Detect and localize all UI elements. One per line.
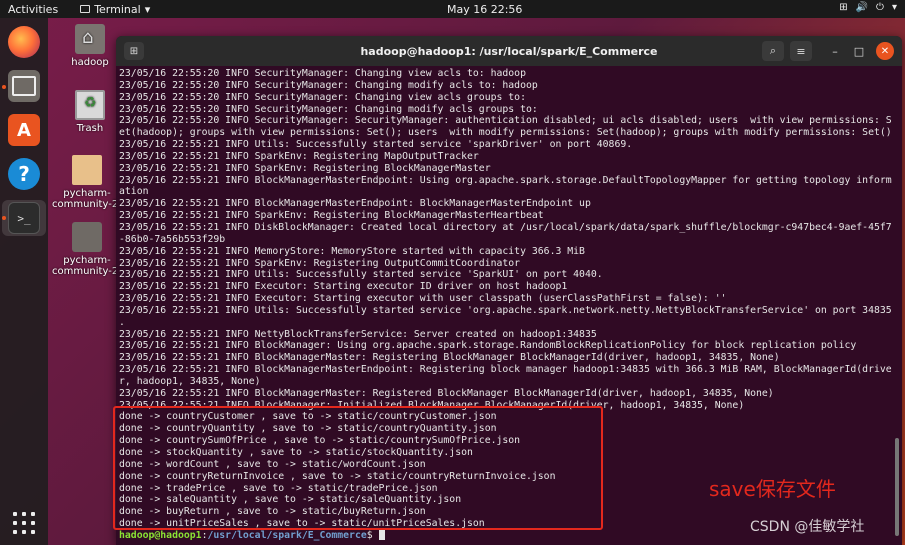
scrollbar[interactable] xyxy=(895,438,899,536)
desktop-icon-label: Trash xyxy=(76,123,104,134)
console-line: . xyxy=(119,316,125,328)
archive-icon xyxy=(72,155,102,185)
console-line: 23/05/16 22:55:21 INFO Utils: Successful… xyxy=(119,139,633,151)
console-line: 23/05/16 22:55:21 INFO SparkEnv: Registe… xyxy=(119,257,521,269)
running-indicator xyxy=(2,85,6,89)
console-line: 23/05/16 22:55:21 INFO Utils: Successful… xyxy=(119,269,603,281)
folder-icon xyxy=(72,222,102,252)
desktop-trash[interactable]: Trash xyxy=(70,90,110,134)
search-icon[interactable]: ⌕ xyxy=(762,41,784,61)
console-line: 23/05/16 22:55:21 INFO BlockManagerMaste… xyxy=(119,387,774,399)
console-line: r, hadoop1, 34835, None) xyxy=(119,375,261,387)
console-line: 23/05/16 22:55:21 INFO DiskBlockManager:… xyxy=(119,221,892,233)
home-folder-icon xyxy=(75,24,105,54)
chevron-down-icon: ▾ xyxy=(144,2,151,16)
console-line: -86b0-7a56b553f29b xyxy=(119,233,226,245)
terminal-icon[interactable]: >_ xyxy=(8,202,40,234)
console-line: 23/05/16 22:55:21 INFO BlockManager: Usi… xyxy=(119,340,857,352)
firefox-icon[interactable] xyxy=(8,26,40,58)
power-icon: ⏻ xyxy=(876,2,884,13)
console-line: 23/05/16 22:55:21 INFO SparkEnv: Registe… xyxy=(119,162,491,174)
maximize-icon[interactable]: □ xyxy=(848,41,870,61)
watermark: CSDN @佳敏学社 xyxy=(750,519,865,535)
system-tray[interactable]: ⊞ 🔊 ⏻ ▾ xyxy=(839,2,897,13)
desktop-icon-label: pycharm- community-202 xyxy=(52,255,131,277)
window-titlebar[interactable]: ⊞ hadoop@hadoop1: /usr/local/spark/E_Com… xyxy=(116,36,902,66)
console-line: 23/05/16 22:55:21 INFO NettyBlockTransfe… xyxy=(119,328,597,340)
volume-icon: 🔊 xyxy=(855,2,869,13)
running-indicator xyxy=(2,216,6,220)
console-line: 23/05/16 22:55:21 INFO BlockManagerMaste… xyxy=(119,352,780,364)
console-line: 23/05/16 22:55:20 INFO SecurityManager: … xyxy=(119,103,538,115)
console-line: 23/05/16 22:55:21 INFO Executor: Startin… xyxy=(119,293,727,305)
desktop-icon-label: hadoop xyxy=(71,57,109,68)
desktop-pycharm-archive[interactable]: pycharm- community-202 xyxy=(52,155,131,210)
console-line: 23/05/16 22:55:21 INFO SparkEnv: Registe… xyxy=(119,150,479,162)
console-line: 23/05/16 22:55:21 INFO BlockManagerMaste… xyxy=(119,198,591,210)
console-line: et(hadoop); groups with view permissions… xyxy=(119,127,892,139)
top-bar: Activities Terminal ▾ May 16 22:56 ⊞ 🔊 ⏻… xyxy=(0,0,905,18)
minimize-icon[interactable]: – xyxy=(824,41,846,61)
files-icon[interactable] xyxy=(8,70,40,102)
help-icon[interactable]: ? xyxy=(8,158,40,190)
app-menu-label: Terminal xyxy=(94,2,141,16)
desktop-home-folder[interactable]: hadoop xyxy=(70,24,110,68)
software-store-icon[interactable]: A xyxy=(8,114,40,146)
chevron-down-icon: ▾ xyxy=(891,2,897,13)
desktop-icon-label: pycharm- community-202 xyxy=(52,188,131,210)
dock: A ? >_ xyxy=(0,18,48,545)
annotation-label: save保存文件 xyxy=(709,477,836,501)
console-line: 23/05/16 22:55:21 INFO SparkEnv: Registe… xyxy=(119,210,544,222)
console-line: 23/05/16 22:55:21 INFO BlockManagerMaste… xyxy=(119,364,892,376)
prompt-symbol: $ xyxy=(366,529,379,541)
console-line: 23/05/16 22:55:20 INFO SecurityManager: … xyxy=(119,68,526,79)
highlight-box xyxy=(113,406,603,530)
network-icon: ⊞ xyxy=(839,2,848,13)
console-line: 23/05/16 22:55:20 INFO SecurityManager: … xyxy=(119,79,538,91)
close-icon[interactable]: ✕ xyxy=(876,42,894,60)
console-line: 23/05/16 22:55:21 INFO BlockManagerMaste… xyxy=(119,174,892,186)
console-line: 23/05/16 22:55:21 INFO Utils: Successful… xyxy=(119,304,892,316)
activities-button[interactable]: Activities xyxy=(8,3,58,16)
trash-icon xyxy=(75,90,105,120)
text-cursor xyxy=(378,529,385,540)
console-line: 23/05/16 22:55:21 INFO Executor: Startin… xyxy=(119,281,568,293)
console-line: 23/05/16 22:55:20 INFO SecurityManager: … xyxy=(119,91,526,103)
terminal-icon xyxy=(80,5,91,13)
console-line: 23/05/16 22:55:21 INFO MemoryStore: Memo… xyxy=(119,245,585,257)
prompt-path: /usr/local/spark/E_Commerce xyxy=(207,529,367,541)
console-line: ation xyxy=(119,186,149,198)
window-title: hadoop@hadoop1: /usr/local/spark/E_Comme… xyxy=(360,45,658,58)
app-menu[interactable]: Terminal ▾ xyxy=(80,3,150,16)
show-applications-icon[interactable] xyxy=(13,512,35,534)
prompt-user: hadoop@hadoop1 xyxy=(119,529,202,541)
hamburger-menu-icon[interactable]: ≡ xyxy=(790,41,812,61)
clock[interactable]: May 16 22:56 xyxy=(447,3,522,16)
console-line: 23/05/16 22:55:20 INFO SecurityManager: … xyxy=(119,115,892,127)
desktop-pycharm-folder[interactable]: pycharm- community-202 xyxy=(52,222,131,277)
